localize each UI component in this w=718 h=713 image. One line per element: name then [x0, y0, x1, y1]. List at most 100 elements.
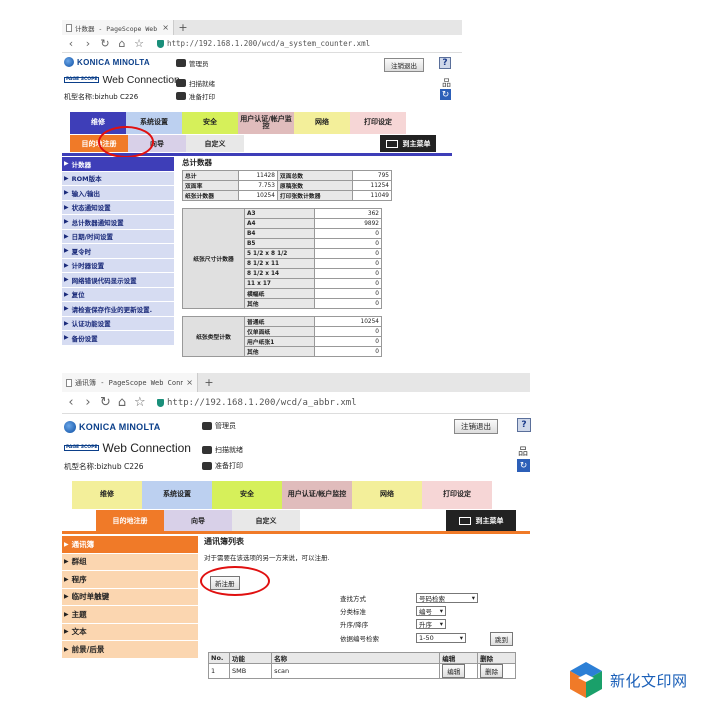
- go-button[interactable]: 跳到: [490, 632, 513, 646]
- type-label: 用户纸张1: [244, 336, 315, 347]
- menu-network[interactable]: 网络: [294, 112, 350, 134]
- print-status-text: 准备打印: [215, 462, 243, 470]
- sidebar-item[interactable]: ▶ ROM版本: [62, 171, 174, 186]
- menu-maintenance[interactable]: 维修: [72, 481, 142, 509]
- sidebar-item[interactable]: ▶ 文本: [62, 623, 198, 641]
- tab-custom[interactable]: 自定义: [186, 135, 244, 152]
- counter-label: 原稿张数: [276, 180, 354, 191]
- url-field[interactable]: http://192.168.1.200/wcd/a_system_counte…: [157, 39, 370, 48]
- sidebar-item[interactable]: ▶ 输入/输出: [62, 186, 174, 201]
- arrow-right-icon: ▶: [64, 305, 69, 313]
- arrow-right-icon: ▶: [64, 261, 69, 269]
- sidebar-item-label: 状态通知设置: [71, 204, 111, 213]
- arrow-right-icon: ▶: [64, 610, 69, 618]
- menu-security[interactable]: 安全: [182, 112, 238, 134]
- sidebar-item[interactable]: ▶ 主题: [62, 606, 198, 624]
- sidebar-item[interactable]: ▶ 夏令时: [62, 244, 174, 259]
- home-icon[interactable]: ⌂: [117, 395, 127, 410]
- scanner-icon: [176, 79, 186, 87]
- forward-icon[interactable]: ›: [83, 395, 93, 410]
- sidebar-item-label: 网络错误代码显示设置: [71, 276, 137, 285]
- bookmark-star-icon[interactable]: ☆: [134, 37, 144, 50]
- tab-destination-register[interactable]: 目的地注册: [96, 510, 164, 531]
- help-button[interactable]: ?: [439, 57, 451, 69]
- new-tab-button[interactable]: +: [176, 20, 190, 35]
- sidebar-item[interactable]: ▶ 认证功能设置: [62, 316, 174, 331]
- counter-value: 7.753: [238, 180, 278, 191]
- bookmark-star-icon[interactable]: ☆: [134, 395, 146, 410]
- menu-print-settings[interactable]: 打印设定: [350, 112, 406, 134]
- close-tab-icon[interactable]: ×: [186, 378, 193, 387]
- shield-icon: [157, 39, 164, 48]
- menu-security[interactable]: 安全: [212, 481, 282, 509]
- edit-button[interactable]: 编辑: [442, 664, 466, 678]
- sidebar-item[interactable]: ▶ 网络错误代码显示设置: [62, 273, 174, 288]
- to-top-menu-button[interactable]: 到主菜单: [446, 510, 516, 531]
- search-method-select[interactable]: 号码检索 ▾: [416, 593, 478, 603]
- menu-print-settings[interactable]: 打印设定: [422, 481, 492, 509]
- reload-icon[interactable]: ↻: [100, 37, 110, 50]
- logout-button[interactable]: 注销退出: [454, 419, 498, 434]
- tab-custom[interactable]: 自定义: [232, 510, 300, 531]
- print-status-text: 准备打印: [189, 93, 215, 101]
- sidebar-item-label: 日期/时间设置: [71, 233, 113, 242]
- sidebar-item[interactable]: ▶ 临时单触键: [62, 588, 198, 606]
- url-field[interactable]: http://192.168.1.200/wcd/a_abbr.xml: [157, 398, 357, 408]
- content-title: 总计数器: [182, 158, 212, 167]
- sidebar-item-label: 请检查保存作业的更新设置.: [71, 305, 153, 314]
- admin-text: 管理员: [215, 422, 236, 430]
- table-row: 纸张尺寸计数器 A3 362: [182, 208, 382, 309]
- sidebar-item[interactable]: ▶ 日期/时间设置: [62, 229, 174, 244]
- sidebar-item[interactable]: ▶ 通讯簿: [62, 536, 198, 554]
- column-header: 删除: [477, 652, 516, 664]
- browser-tab[interactable]: 计数器 - PageScope Web Conn ×: [62, 20, 174, 35]
- sidebar-item[interactable]: ▶ 状态通知设置: [62, 200, 174, 215]
- size-label: B5: [244, 238, 315, 249]
- arrow-right-icon: ▶: [64, 232, 69, 240]
- sidebar-item[interactable]: ▶ 程序: [62, 571, 198, 589]
- menu-user-auth[interactable]: 用户认证/帐户监控: [282, 481, 352, 509]
- browser-tab[interactable]: 通讯簿 - PageScope Web Conn ×: [62, 373, 198, 392]
- sidebar-item[interactable]: ▶ 请检查保存作业的更新设置.: [62, 302, 174, 317]
- refresh-icon[interactable]: ↻: [517, 459, 530, 472]
- back-icon[interactable]: ‹: [66, 395, 76, 410]
- counter-screenshot: 计数器 - PageScope Web Conn × + ‹ › ↻ ⌂ ☆ h…: [62, 20, 462, 370]
- size-label: B4: [244, 228, 315, 239]
- sidebar-item[interactable]: ▶ 总计数器通知设置: [62, 215, 174, 230]
- delete-button[interactable]: 删除: [480, 664, 504, 678]
- sort-order-select[interactable]: 升序 ▾: [416, 619, 446, 629]
- menu-system-settings[interactable]: 系统设置: [142, 481, 212, 509]
- sidebar-item[interactable]: ▶ 复位: [62, 287, 174, 302]
- highlight-circle: [200, 566, 270, 596]
- help-button[interactable]: ?: [517, 418, 531, 432]
- edit-cell: 编辑: [439, 663, 479, 679]
- to-top-menu-button[interactable]: 到主菜单: [380, 135, 436, 152]
- home-icon[interactable]: ⌂: [117, 37, 127, 50]
- sidebar: ▶ 通讯簿 ▶ 群组 ▶ 程序 ▶ 临时单触键 ▶ 主题 ▶ 文本 ▶ 前景/后景: [62, 536, 198, 659]
- menu-network[interactable]: 网络: [352, 481, 422, 509]
- sidebar-item[interactable]: ▶ 计时器设置: [62, 258, 174, 273]
- sidebar-item[interactable]: ▶ 群组: [62, 553, 198, 571]
- sidebar-item[interactable]: ▶ 计数器: [62, 157, 174, 172]
- admin-label: 管理员: [202, 421, 236, 431]
- browser-tab-bar: 通讯簿 - PageScope Web Conn × +: [62, 373, 530, 392]
- reload-icon[interactable]: ↻: [100, 395, 111, 410]
- logout-button[interactable]: 注销退出: [384, 58, 424, 72]
- tab-wizard[interactable]: 向导: [164, 510, 232, 531]
- forward-icon[interactable]: ›: [83, 37, 93, 50]
- size-label: A4: [244, 218, 315, 229]
- number-range-select[interactable]: 1-50 ▾: [416, 633, 466, 643]
- cube-logo-icon: [570, 662, 602, 698]
- sidebar-item-label: 总计数器通知设置: [71, 218, 124, 227]
- sidebar-item[interactable]: ▶ 前景/后景: [62, 641, 198, 659]
- type-count: 0: [314, 346, 382, 357]
- category-select[interactable]: 编号 ▾: [416, 606, 446, 616]
- arrow-right-icon: ▶: [64, 593, 69, 601]
- close-tab-icon[interactable]: ×: [162, 23, 169, 32]
- paper-size-table: 纸张尺寸计数器 A3 362 A4 9892 B4 0 B5 0 5 1/2 x 8 1/2 0 8 …: [182, 208, 382, 309]
- new-tab-button[interactable]: +: [202, 373, 216, 392]
- sidebar-item[interactable]: ▶ 备份设置: [62, 331, 174, 346]
- refresh-icon[interactable]: ↻: [440, 89, 451, 100]
- menu-user-auth[interactable]: 用户认证/帐户监控: [238, 112, 294, 134]
- back-icon[interactable]: ‹: [66, 37, 76, 50]
